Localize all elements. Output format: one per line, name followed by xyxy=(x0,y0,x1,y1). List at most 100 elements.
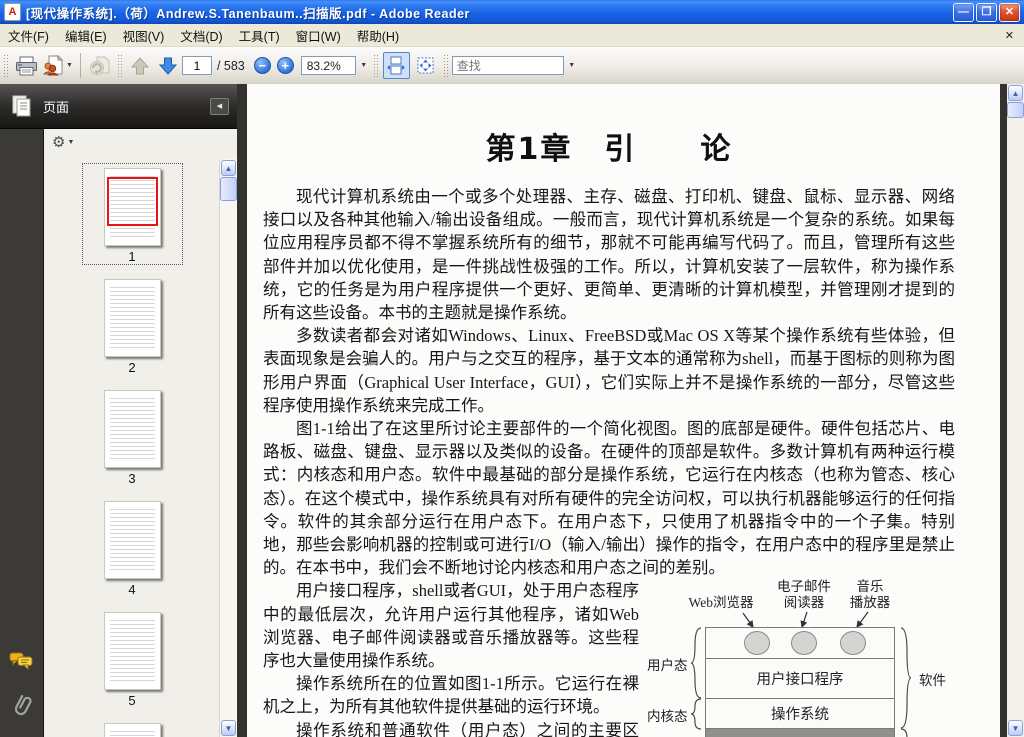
caret-down-icon: ▼ xyxy=(568,62,576,69)
toolbar: ▼ / 583 − + 83.2% ▼ xyxy=(0,47,1024,85)
zoom-in-button[interactable]: + xyxy=(276,57,294,74)
arrow-up-icon xyxy=(130,56,150,74)
print-button[interactable] xyxy=(12,52,40,80)
thumbnail-number: 5 xyxy=(128,693,136,708)
page-count-label: / 583 xyxy=(216,58,245,73)
thumbnail-page-6[interactable]: 6 xyxy=(82,718,183,737)
thumbnail-image[interactable] xyxy=(103,279,161,357)
figure-band-hardware xyxy=(705,728,895,737)
close-button[interactable]: ✕ xyxy=(999,2,1020,22)
caret-down-icon[interactable]: ▼ xyxy=(67,139,74,146)
scroll-up-button[interactable]: ▲ xyxy=(1008,85,1023,101)
brace xyxy=(690,698,702,731)
scroll-up-icon: ▲ xyxy=(224,163,233,173)
fit-page-icon xyxy=(417,57,434,74)
brace xyxy=(900,627,912,730)
zoom-level-display[interactable]: 83.2% xyxy=(300,56,356,75)
scroll-down-button[interactable]: ▼ xyxy=(1008,720,1023,736)
collaborate-button[interactable]: ▼ xyxy=(40,52,75,80)
minimize-button[interactable]: — xyxy=(953,2,974,22)
thumbnail-image[interactable] xyxy=(103,168,161,246)
thumbnails-panel: ⚙ ▼ 1 2 3 4 5 ▲ ▼ xyxy=(43,129,237,737)
main-area: 页面 ◀ ⚙ ▼ 1 2 3 4 5 ▲ ▼ 第1章 引 论 现代计算机系统由一… xyxy=(0,84,1024,737)
page-view-indicator[interactable] xyxy=(106,177,158,226)
continuous-scroll-icon xyxy=(387,56,406,75)
comments-icon[interactable] xyxy=(9,651,34,676)
collapse-panel-button[interactable]: ◀ xyxy=(210,97,229,115)
menu-file[interactable]: 文件(F) xyxy=(0,24,57,47)
pages-icon[interactable] xyxy=(0,94,43,118)
pdf-page: 第1章 引 论 现代计算机系统由一个或多个处理器、主存、磁盘、打印机、键盘、鼠标… xyxy=(247,84,1000,737)
thumbnail-image[interactable] xyxy=(103,723,161,737)
find-input[interactable] xyxy=(451,56,564,75)
attachments-paperclip-icon[interactable] xyxy=(10,692,34,723)
figure-label-kernel-mode: 内核态 xyxy=(647,709,688,725)
thumbnail-preview xyxy=(109,398,155,461)
thumbnail-image[interactable] xyxy=(103,612,161,690)
left-column: 用户接口程序，shell或者GUI，处于用户态程序中的最低层次，允许用户运行其他… xyxy=(263,579,639,737)
title-bar[interactable]: A [现代操作系统].（荷）Andrew.S.Tanenbaum..扫描版.pd… xyxy=(0,0,1024,24)
scroll-down-button[interactable]: ▼ xyxy=(221,720,236,736)
thumbnail-page-4[interactable]: 4 xyxy=(82,496,183,598)
find-dropdown-button[interactable]: ▼ xyxy=(564,52,578,80)
next-page-button[interactable] xyxy=(154,52,182,80)
scrollbar-thumb[interactable] xyxy=(1007,102,1024,118)
thumbnail-page-2[interactable]: 2 xyxy=(82,274,183,376)
sync-button-disabled[interactable] xyxy=(86,52,114,80)
thumbnail-list: 1 2 3 4 5 xyxy=(44,159,220,737)
thumbnail-page-3[interactable]: 3 xyxy=(82,385,183,487)
menu-document[interactable]: 文档(D) xyxy=(172,24,230,47)
scroll-up-icon: ▲ xyxy=(1011,88,1020,98)
toolbar-grip[interactable] xyxy=(442,53,448,78)
toolbar-grip[interactable] xyxy=(372,53,378,78)
window-controls: — ❐ ✕ xyxy=(953,2,1020,22)
document-scrollbar[interactable]: ▲ ▼ xyxy=(1007,84,1024,737)
scrolling-mode-button[interactable] xyxy=(382,52,410,79)
previous-page-button[interactable] xyxy=(126,52,154,80)
toolbar-grip[interactable] xyxy=(116,53,122,78)
window-title: [现代操作系统].（荷）Andrew.S.Tanenbaum..扫描版.pdf … xyxy=(26,6,470,21)
thumbnail-page-5[interactable]: 5 xyxy=(82,607,183,709)
menubar-close-icon[interactable]: ✕ xyxy=(995,29,1024,42)
zoom-out-button[interactable]: − xyxy=(253,57,271,74)
collaborate-document-icon xyxy=(42,55,64,76)
thumbnail-number: 1 xyxy=(128,249,136,264)
figure-column: Web浏览器 电子邮件 阅读器 音乐 播放器 用户接口程序 操作系统 用户态 内… xyxy=(639,579,957,737)
figure-band-ui-program: 用户接口程序 xyxy=(705,658,895,700)
arrow-down-icon xyxy=(158,57,178,75)
figure-label-user-mode: 用户态 xyxy=(647,658,688,674)
thumbnails-scrollbar[interactable]: ▲ ▼ xyxy=(219,159,237,737)
close-icon: ✕ xyxy=(1004,5,1015,18)
menu-window[interactable]: 窗口(W) xyxy=(288,24,349,47)
zoom-dropdown-button[interactable]: ▼ xyxy=(356,52,370,80)
restore-button[interactable]: ❐ xyxy=(976,2,997,22)
thumbnail-preview xyxy=(109,620,155,683)
figure-band-os: 操作系统 xyxy=(705,698,895,730)
document-view[interactable]: 第1章 引 论 现代计算机系统由一个或多个处理器、主存、磁盘、打印机、键盘、鼠标… xyxy=(237,84,1007,737)
thumbnail-number: 2 xyxy=(128,360,136,375)
page-number-input[interactable] xyxy=(181,56,212,75)
menu-tools[interactable]: 工具(T) xyxy=(231,24,288,47)
toolbar-grip[interactable] xyxy=(3,53,8,78)
sync-icon xyxy=(89,56,110,75)
menu-view[interactable]: 视图(V) xyxy=(115,24,173,47)
scrollbar-thumb[interactable] xyxy=(220,177,237,201)
menu-help[interactable]: 帮助(H) xyxy=(349,24,407,47)
menu-edit[interactable]: 编辑(E) xyxy=(57,24,115,47)
caret-down-icon: ▼ xyxy=(360,62,368,69)
fit-page-button[interactable] xyxy=(412,52,439,79)
scroll-down-icon: ▼ xyxy=(224,723,233,733)
thumbnail-number: 3 xyxy=(128,471,136,486)
scroll-up-button[interactable]: ▲ xyxy=(221,160,236,176)
menu-bar: 文件(F) 编辑(E) 视图(V) 文档(D) 工具(T) 窗口(W) 帮助(H… xyxy=(0,24,1024,47)
scroll-down-icon: ▼ xyxy=(1011,723,1020,733)
thumbnail-image[interactable] xyxy=(103,501,161,579)
thumbnail-image[interactable] xyxy=(103,390,161,468)
gear-icon[interactable]: ⚙ xyxy=(52,135,65,150)
figure-label-software: 软件 xyxy=(919,673,946,689)
thumbnail-preview xyxy=(109,731,155,737)
paragraph: 操作系统所在的位置如图1-1所示。它运行在裸机之上，为所有其他软件提供基础的运行… xyxy=(263,674,639,717)
thumbnail-page-1[interactable]: 1 xyxy=(81,163,183,265)
thumbnail-preview xyxy=(109,509,155,572)
printer-icon xyxy=(15,56,37,75)
